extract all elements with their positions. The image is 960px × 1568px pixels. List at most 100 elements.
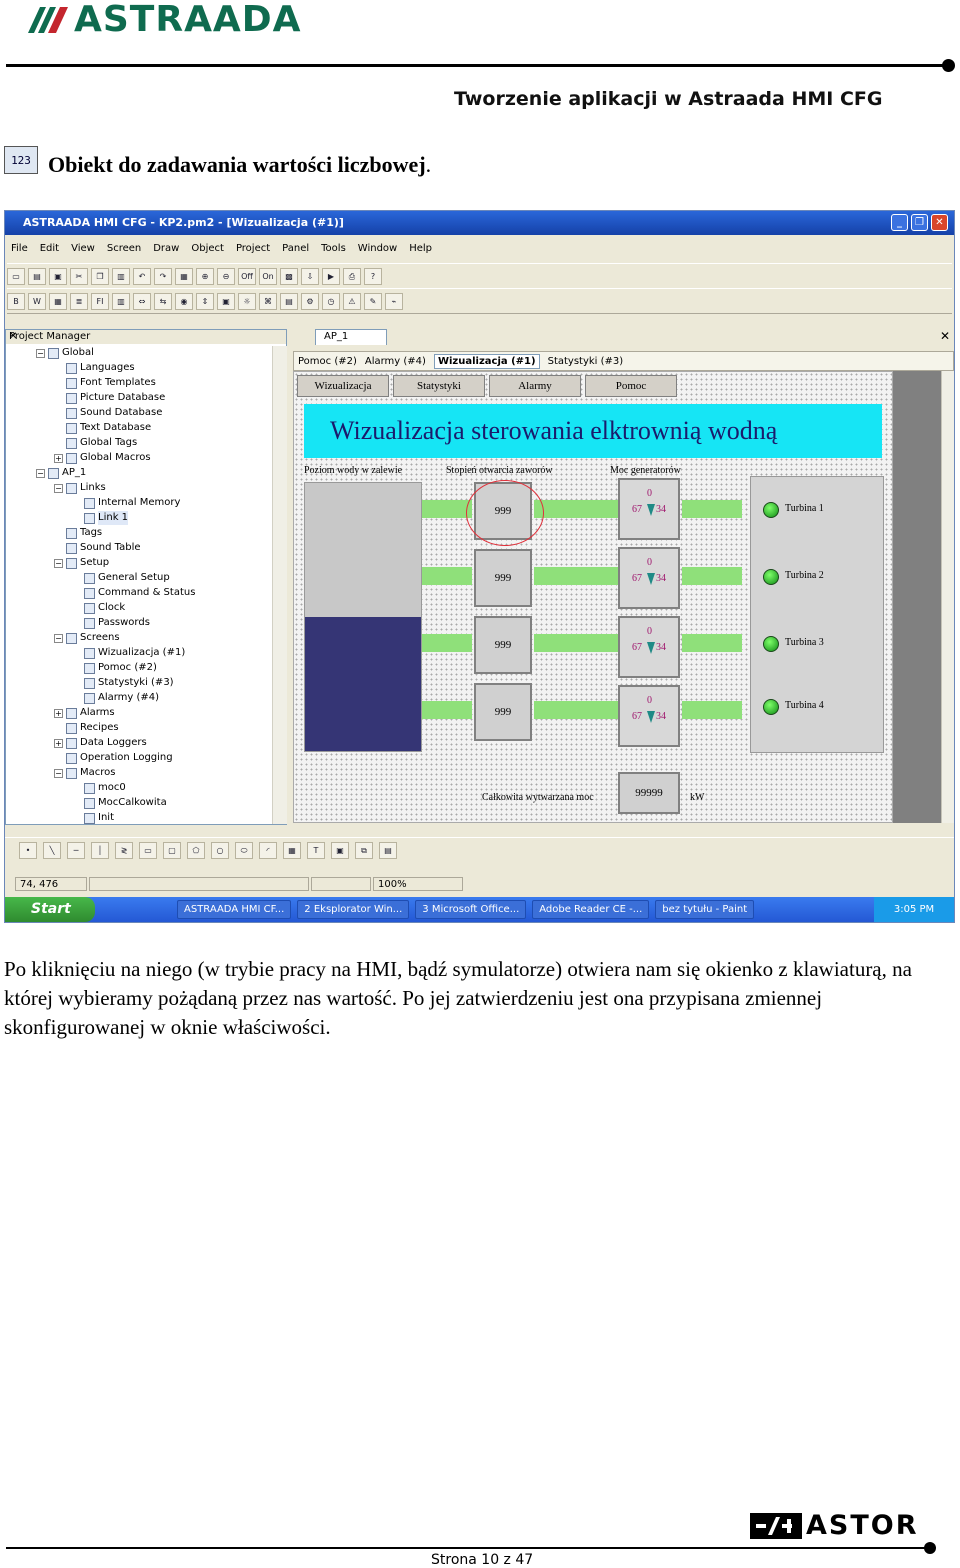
tree-item-operation-logging[interactable]: Operation Logging xyxy=(66,751,173,765)
grid-icon[interactable]: ▦ xyxy=(175,267,193,285)
collapse-icon[interactable]: − xyxy=(36,349,45,358)
dot-icon[interactable]: • xyxy=(19,842,37,859)
tree-item-text-database[interactable]: Text Database xyxy=(66,421,151,435)
hmi-nav-alarmy[interactable]: Alarmy xyxy=(489,375,581,397)
tree-item-tags[interactable]: Tags xyxy=(66,526,102,540)
tree-item-languages[interactable]: Languages xyxy=(66,361,135,375)
close-button[interactable]: ✕ xyxy=(931,214,948,231)
off-icon[interactable]: Off xyxy=(238,267,256,285)
tree-item-general-setup[interactable]: General Setup xyxy=(84,571,170,585)
tree-item-picture-database[interactable]: Picture Database xyxy=(66,391,165,405)
tree-item-screen-alarmy[interactable]: Alarmy (#4) xyxy=(84,691,159,705)
task-astraada[interactable]: ASTRAADA HMI CF... xyxy=(177,900,292,919)
screen-editor-canvas[interactable]: Wizualizacja Statystyki Alarmy Pomoc Wiz… xyxy=(293,371,893,823)
align-icon[interactable]: ⇔ xyxy=(133,292,151,310)
collapse-icon[interactable]: − xyxy=(54,559,63,568)
polyline-icon[interactable]: ≷ xyxy=(115,842,133,859)
target-icon[interactable]: ◉ xyxy=(175,292,193,310)
expand-icon[interactable]: + xyxy=(54,709,63,718)
zoom-out-icon[interactable]: ⊖ xyxy=(217,267,235,285)
valve-numeric-input-3[interactable]: 999 xyxy=(474,616,532,674)
tree-item-data-loggers[interactable]: Data Loggers xyxy=(66,736,147,750)
tab-wizualizacja[interactable]: Wizualizacja (#1) xyxy=(433,353,540,369)
hline-icon[interactable]: ─ xyxy=(67,842,85,859)
list-icon[interactable]: ≣ xyxy=(70,292,88,310)
project-manager-scrollbar[interactable] xyxy=(272,346,287,824)
vline-icon[interactable]: │ xyxy=(91,842,109,859)
menu-edit[interactable]: Edit xyxy=(34,243,65,254)
tree-item-global-tags[interactable]: Global Tags xyxy=(66,436,137,450)
polygon-icon[interactable]: ⬠ xyxy=(187,842,205,859)
draw-icon[interactable]: ✎ xyxy=(364,292,382,310)
lamp-icon[interactable]: ☼ xyxy=(238,292,256,310)
gear-icon[interactable]: ⚙ xyxy=(301,292,319,310)
task-adobe-reader[interactable]: Adobe Reader CE -... xyxy=(532,900,650,919)
tree-item-screen-statystyki[interactable]: Statystyki (#3) xyxy=(84,676,174,690)
tree-item-macro-init[interactable]: Init xyxy=(84,811,114,825)
menu-project[interactable]: Project xyxy=(230,243,276,254)
bitmap-icon[interactable]: ▣ xyxy=(217,292,235,310)
tree-item-macro-moccalkowita[interactable]: MocCalkowita xyxy=(84,796,167,810)
on-icon[interactable]: On xyxy=(259,267,277,285)
fill-color-icon[interactable]: ▦ xyxy=(283,842,301,859)
tree-item-setup[interactable]: Setup xyxy=(66,556,109,570)
menu-screen[interactable]: Screen xyxy=(101,243,147,254)
network-icon[interactable]: ⌘ xyxy=(259,292,277,310)
task-office[interactable]: 3 Microsoft Office... xyxy=(415,900,527,919)
word-icon[interactable]: W xyxy=(28,292,46,310)
tree-item-font-templates[interactable]: Font Templates xyxy=(66,376,156,390)
updown-icon[interactable]: ⇕ xyxy=(196,292,214,310)
layer-icon[interactable]: ▤ xyxy=(379,842,397,859)
undo-icon[interactable]: ↶ xyxy=(133,267,151,285)
tree-item-screen-pomoc[interactable]: Pomoc (#2) xyxy=(84,661,157,675)
clock-icon[interactable]: ◷ xyxy=(322,292,340,310)
tree-item-internal-memory[interactable]: Internal Memory xyxy=(84,496,180,510)
simulate-icon[interactable]: ▶ xyxy=(322,267,340,285)
menu-panel[interactable]: Panel xyxy=(276,243,315,254)
function-icon[interactable]: FI xyxy=(91,292,109,310)
rounded-rect-icon[interactable]: ▢ xyxy=(163,842,181,859)
start-button[interactable]: Start xyxy=(5,897,95,922)
bold-icon[interactable]: B xyxy=(7,292,25,310)
tree-item-screen-wizualizacja[interactable]: Wizualizacja (#1) xyxy=(84,646,185,660)
collapse-icon[interactable]: − xyxy=(54,769,63,778)
tree-item-global[interactable]: Global xyxy=(48,346,94,360)
close-icon[interactable]: ✕ xyxy=(9,330,282,344)
collapse-icon[interactable]: − xyxy=(36,469,45,478)
collapse-icon[interactable]: − xyxy=(54,484,63,493)
hmi-nav-wizualizacja[interactable]: Wizualizacja xyxy=(297,375,389,397)
menu-help[interactable]: Help xyxy=(403,243,438,254)
compile-icon[interactable]: ▩ xyxy=(280,267,298,285)
zoom-in-icon[interactable]: ⊕ xyxy=(196,267,214,285)
canvas-scrollbar[interactable] xyxy=(941,371,954,823)
restore-button[interactable]: ❐ xyxy=(911,214,928,231)
tab-statystyki[interactable]: Statystyki (#3) xyxy=(548,356,624,367)
menu-object[interactable]: Object xyxy=(185,243,230,254)
tree-item-sound-database[interactable]: Sound Database xyxy=(66,406,162,420)
distribute-icon[interactable]: ⇆ xyxy=(154,292,172,310)
tab-alarmy[interactable]: Alarmy (#4) xyxy=(365,356,426,367)
tree-item-command-status[interactable]: Command & Status xyxy=(84,586,195,600)
tab-pomoc[interactable]: Pomoc (#2) xyxy=(298,356,357,367)
hmi-nav-statystyki[interactable]: Statystyki xyxy=(393,375,485,397)
tree-item-macro-moc0[interactable]: moc0 xyxy=(84,781,126,795)
group-icon[interactable]: ⧉ xyxy=(355,842,373,859)
circle-icon[interactable]: ○ xyxy=(211,842,229,859)
save-icon[interactable]: ▣ xyxy=(49,267,67,285)
task-paint[interactable]: bez tytułu - Paint xyxy=(655,900,755,919)
table-icon[interactable]: ▦ xyxy=(49,292,67,310)
expand-icon[interactable]: + xyxy=(54,454,63,463)
tree-item-macros[interactable]: Macros xyxy=(66,766,115,780)
new-icon[interactable]: ▭ xyxy=(7,267,25,285)
valve-numeric-input-4[interactable]: 999 xyxy=(474,683,532,741)
tree-item-screens[interactable]: Screens xyxy=(66,631,120,645)
redo-icon[interactable]: ↷ xyxy=(154,267,172,285)
close-icon[interactable]: ✕ xyxy=(940,329,950,343)
menu-view[interactable]: View xyxy=(65,243,101,254)
download-icon[interactable]: ⇩ xyxy=(301,267,319,285)
tree-item-recipes[interactable]: Recipes xyxy=(66,721,119,735)
tree-item-passwords[interactable]: Passwords xyxy=(84,616,150,630)
menu-file[interactable]: File xyxy=(5,243,34,254)
tree-item-sound-table[interactable]: Sound Table xyxy=(66,541,141,555)
task-explorer[interactable]: 2 Eksplorator Win... xyxy=(297,900,410,919)
